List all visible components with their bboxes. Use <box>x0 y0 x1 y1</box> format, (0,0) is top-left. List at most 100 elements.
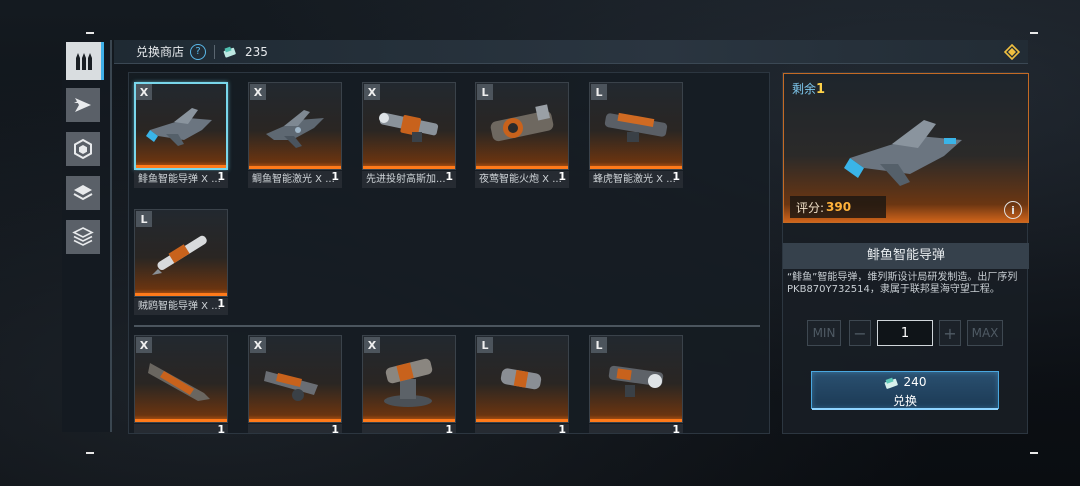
qty-min-button[interactable]: MIN <box>807 320 841 346</box>
header-separator <box>214 44 216 59</box>
heavy-gun-icon <box>608 365 664 397</box>
item-grade-badge: X <box>250 337 266 353</box>
exchange-label: 兑换 <box>892 394 917 408</box>
missile-drone-icon <box>146 108 212 146</box>
item-grade-badge: X <box>364 337 380 353</box>
item-grade-badge: X <box>250 84 266 100</box>
item-count: 1 <box>217 297 225 310</box>
item-name <box>589 424 683 433</box>
shop-item[interactable]: L 1 夜莺智能火炮 X ... <box>475 82 569 188</box>
exchange-price: 240 <box>812 375 998 389</box>
exchange-token-icon <box>884 377 898 389</box>
side-navigation <box>62 40 112 432</box>
item-count: 1 <box>331 170 339 183</box>
nav-tab-fighters[interactable] <box>66 88 100 122</box>
nav-tab-materials[interactable] <box>66 176 100 210</box>
barrel-icon <box>500 368 542 390</box>
score-label: 评分: <box>796 200 825 215</box>
item-grade-badge: L <box>477 84 493 100</box>
shop-item[interactable]: L 1 <box>475 335 569 434</box>
item-grade-badge: L <box>136 211 152 227</box>
artillery-icon <box>490 104 554 142</box>
shop-item[interactable]: L 1 贼鸥智能导弹 X ... <box>134 209 228 315</box>
missile-drone-icon <box>844 120 962 186</box>
shop-item[interactable]: X 1 <box>134 335 228 434</box>
item-name <box>475 424 569 433</box>
qty-max-button[interactable]: MAX <box>967 320 1003 346</box>
shop-item[interactable]: X 1 鲱鱼智能导弹 X ... <box>134 82 228 188</box>
item-name: 夜莺智能火炮 X ... <box>475 171 569 188</box>
item-name: 鲷鱼智能激光 X ... <box>248 171 342 188</box>
missile-icon <box>152 235 207 275</box>
exchange-button[interactable]: 240 兑换 <box>811 371 999 410</box>
stacked-layers-icon <box>72 227 94 246</box>
settings-diamond-icon[interactable] <box>1004 44 1020 60</box>
fighter-icon <box>74 98 91 112</box>
corner-marker <box>1030 452 1038 454</box>
nav-tab-modules[interactable] <box>66 132 100 166</box>
item-count: 1 <box>217 170 225 183</box>
item-name <box>362 424 456 433</box>
item-count: 1 <box>672 170 680 183</box>
info-icon[interactable]: i <box>1004 201 1022 219</box>
quantity-selector: MIN − 1 + MAX <box>807 320 1003 346</box>
item-preview: 剩余1 评分: 390 i <box>783 73 1029 223</box>
score-display: 评分: 390 <box>790 196 886 218</box>
item-grade-badge: X <box>136 337 152 353</box>
item-detail-panel: 剩余1 评分: 390 i 鲱鱼智能导弹 “鲱鱼”智能导弹，维列斯设计局研发制造… <box>782 72 1029 434</box>
score-value: 390 <box>826 200 852 214</box>
railgun-icon <box>148 363 210 401</box>
quantity-input[interactable]: 1 <box>877 320 933 346</box>
shop-header: 兑换商店 ? 235 <box>114 40 1028 64</box>
shop-item[interactable]: L 1 蜂虎智能激光 X ... <box>589 82 683 188</box>
laser-drone-icon <box>266 110 324 148</box>
item-count: 1 <box>331 423 339 434</box>
help-icon[interactable]: ? <box>190 43 207 60</box>
shop-item[interactable]: X 1 先进投射高斯加... <box>362 82 456 188</box>
item-name <box>134 424 228 433</box>
shop-item[interactable]: X 1 <box>362 335 456 434</box>
item-count: 1 <box>672 423 680 434</box>
nav-tab-ammo[interactable] <box>66 42 104 80</box>
shop-item[interactable]: X 1 <box>248 335 342 434</box>
shop-title: 兑换商店 <box>136 45 185 59</box>
corner-marker <box>86 452 94 454</box>
item-name <box>248 424 342 433</box>
item-name: 蜂虎智能激光 X ... <box>589 171 683 188</box>
currency-amount: 235 <box>245 44 268 59</box>
exchange-token-icon <box>223 46 236 58</box>
item-grade-badge: L <box>591 337 607 353</box>
layers-icon <box>73 185 93 201</box>
gauss-cannon-icon <box>379 112 439 142</box>
shop-item[interactable]: L 1 <box>589 335 683 434</box>
bullets-icon <box>75 53 92 70</box>
item-count: 1 <box>558 170 566 183</box>
section-divider <box>134 325 760 327</box>
item-name: 鲱鱼智能导弹 X ... <box>134 171 228 188</box>
item-title: 鲱鱼智能导弹 <box>783 243 1029 269</box>
item-grade-badge: L <box>477 337 493 353</box>
item-name: 贼鸥智能导弹 X ... <box>134 298 228 315</box>
item-grade-badge: X <box>364 84 380 100</box>
item-count: 1 <box>217 423 225 434</box>
item-grid-panel: X 1 鲱鱼智能导弹 X ... X 1 鲷鱼智能激光 X ... X 1 先进… <box>128 72 770 434</box>
corner-marker <box>1030 32 1038 34</box>
item-description: “鲱鱼”智能导弹，维列斯设计局研发制造。出厂序列PKB870Y732514，隶属… <box>787 272 1018 295</box>
turret-icon <box>264 371 318 401</box>
item-count: 1 <box>445 423 453 434</box>
item-grade-badge: X <box>136 84 152 100</box>
nav-tab-blueprints[interactable] <box>66 220 100 254</box>
remaining-stock: 剩余1 <box>792 80 825 97</box>
cannon-mount-icon <box>384 358 433 407</box>
remaining-label: 剩余 <box>792 82 817 96</box>
qty-plus-button[interactable]: + <box>939 320 961 346</box>
qty-minus-button[interactable]: − <box>849 320 871 346</box>
remaining-value: 1 <box>816 82 826 97</box>
exchange-price-value: 240 <box>903 375 927 389</box>
corner-marker <box>86 32 94 34</box>
shop-item[interactable]: X 1 鲷鱼智能激光 X ... <box>248 82 342 188</box>
laser-turret-icon <box>604 112 668 142</box>
item-name: 先进投射高斯加... <box>362 171 456 188</box>
item-grade-badge: L <box>591 84 607 100</box>
item-count: 1 <box>558 423 566 434</box>
